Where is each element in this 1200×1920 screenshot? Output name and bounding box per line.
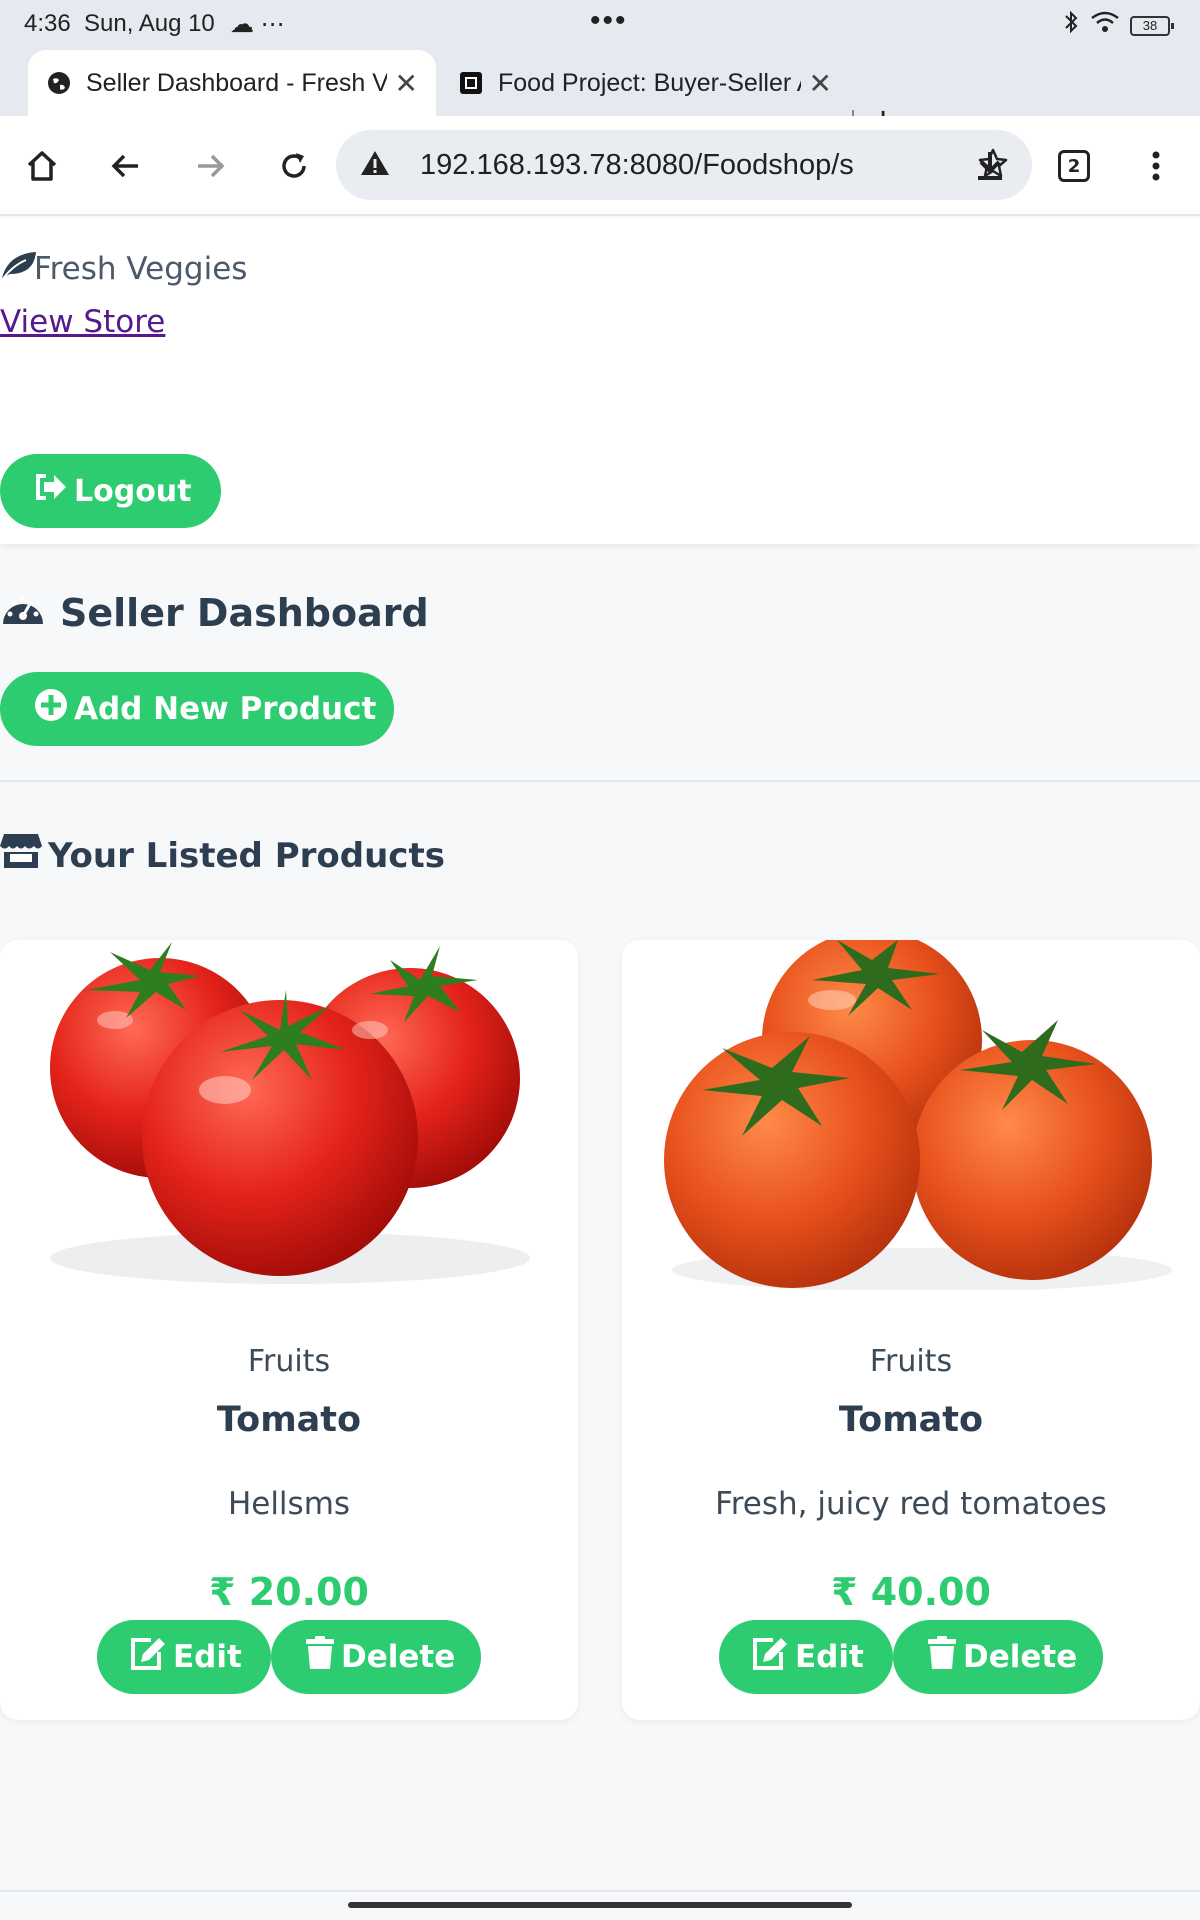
forward-arrow-icon[interactable]: [186, 142, 234, 190]
overflow-menu-icon[interactable]: [1132, 142, 1180, 190]
url-text[interactable]: 192.168.193.78:8080/Foodshop/s: [420, 149, 870, 182]
globe-icon: [46, 70, 72, 96]
site-header: Fresh Veggies View Store Logout: [0, 218, 1200, 544]
product-price: ₹ 40.00: [831, 1570, 991, 1614]
status-date: Sun, Aug 10: [84, 10, 215, 37]
bluetooth-icon: [1062, 10, 1080, 41]
warning-icon[interactable]: [360, 149, 390, 182]
product-name: Tomato: [216, 1400, 362, 1440]
page-title: Seller Dashboard: [0, 588, 429, 637]
product-price: ₹ 20.00: [209, 1570, 369, 1614]
brand[interactable]: Fresh Veggies: [0, 248, 247, 290]
cloud-icon: ☁ ⋯: [230, 11, 285, 38]
reload-icon[interactable]: [270, 142, 318, 190]
close-tab-icon[interactable]: ✕: [395, 67, 418, 100]
product-name: Tomato: [838, 1400, 984, 1440]
edit-button[interactable]: Edit: [719, 1620, 893, 1694]
browser-tab-strip: Seller Dashboard - Fresh Veg ✕ Food Proj…: [0, 48, 1200, 142]
product-description: Fresh, juicy red tomatoes: [715, 1486, 1107, 1522]
brand-name: Fresh Veggies: [34, 251, 248, 287]
app-favicon-icon: [458, 70, 484, 96]
divider: [0, 780, 1200, 782]
tab-title: Seller Dashboard - Fresh Veg: [86, 68, 387, 97]
tab-switcher-button[interactable]: 2: [1058, 150, 1090, 182]
edit-button[interactable]: Edit: [97, 1620, 271, 1694]
product-actions: Edit Delete: [622, 1620, 1200, 1694]
section-title-text: Your Listed Products: [48, 835, 445, 876]
delete-label: Delete: [963, 1639, 1078, 1675]
leaf-icon: [0, 248, 36, 290]
product-card: Fruits Tomato Fresh, juicy red tomatoes …: [622, 940, 1200, 1720]
status-bar: 4:36 Sun, Aug 10 ☁ ⋯ ••• 38: [0, 0, 1200, 48]
product-category: Fruits: [247, 1344, 331, 1379]
close-tab-icon[interactable]: ✕: [809, 67, 832, 100]
view-store-link[interactable]: View Store: [0, 304, 165, 340]
gesture-home-indicator[interactable]: [348, 1902, 852, 1908]
store-icon: [0, 832, 42, 879]
delete-button[interactable]: Delete: [271, 1620, 481, 1694]
back-arrow-icon[interactable]: [102, 142, 150, 190]
add-new-product-label: Add New Product: [74, 691, 377, 727]
tab-seller-dashboard[interactable]: Seller Dashboard - Fresh Veg ✕: [28, 50, 436, 116]
tab-title: Food Project: Buyer-Seller Ac: [498, 68, 801, 97]
logout-button[interactable]: Logout: [0, 454, 221, 528]
product-description: Hellsms: [227, 1486, 351, 1522]
tachometer-icon: [0, 588, 46, 637]
delete-button[interactable]: Delete: [893, 1620, 1103, 1694]
browser-toolbar: 192.168.193.78:8080/Foodshop/s: [0, 116, 1200, 216]
product-image: [0, 940, 578, 1290]
status-overflow-icon: •••: [590, 4, 628, 37]
divider: [0, 1890, 1200, 1892]
product-category: Fruits: [869, 1344, 953, 1379]
edit-label: Edit: [173, 1639, 242, 1675]
trash-icon: [927, 1636, 957, 1678]
product-card: Fruits Tomato Hellsms ₹ 20.00 Edit Delet…: [0, 940, 578, 1720]
download-icon[interactable]: [966, 142, 1014, 190]
edit-icon: [129, 1636, 167, 1678]
wifi-icon: [1090, 10, 1120, 41]
home-icon[interactable]: [18, 142, 66, 190]
tab-food-project[interactable]: Food Project: Buyer-Seller Ac ✕: [440, 50, 850, 116]
edit-icon: [751, 1636, 789, 1678]
delete-label: Delete: [341, 1639, 456, 1675]
page-title-text: Seller Dashboard: [60, 590, 429, 635]
logout-icon: [34, 472, 68, 510]
plus-circle-icon: [34, 688, 68, 730]
trash-icon: [305, 1636, 335, 1678]
edit-label: Edit: [795, 1639, 864, 1675]
battery-icon: 38: [1130, 15, 1174, 36]
product-actions: Edit Delete: [0, 1620, 578, 1694]
product-image: [622, 940, 1200, 1292]
status-time: 4:36: [24, 10, 71, 37]
add-new-product-button[interactable]: Add New Product: [0, 672, 394, 746]
address-bar[interactable]: 192.168.193.78:8080/Foodshop/s: [336, 130, 1032, 200]
section-title: Your Listed Products: [0, 832, 445, 879]
logout-label: Logout: [74, 473, 192, 509]
